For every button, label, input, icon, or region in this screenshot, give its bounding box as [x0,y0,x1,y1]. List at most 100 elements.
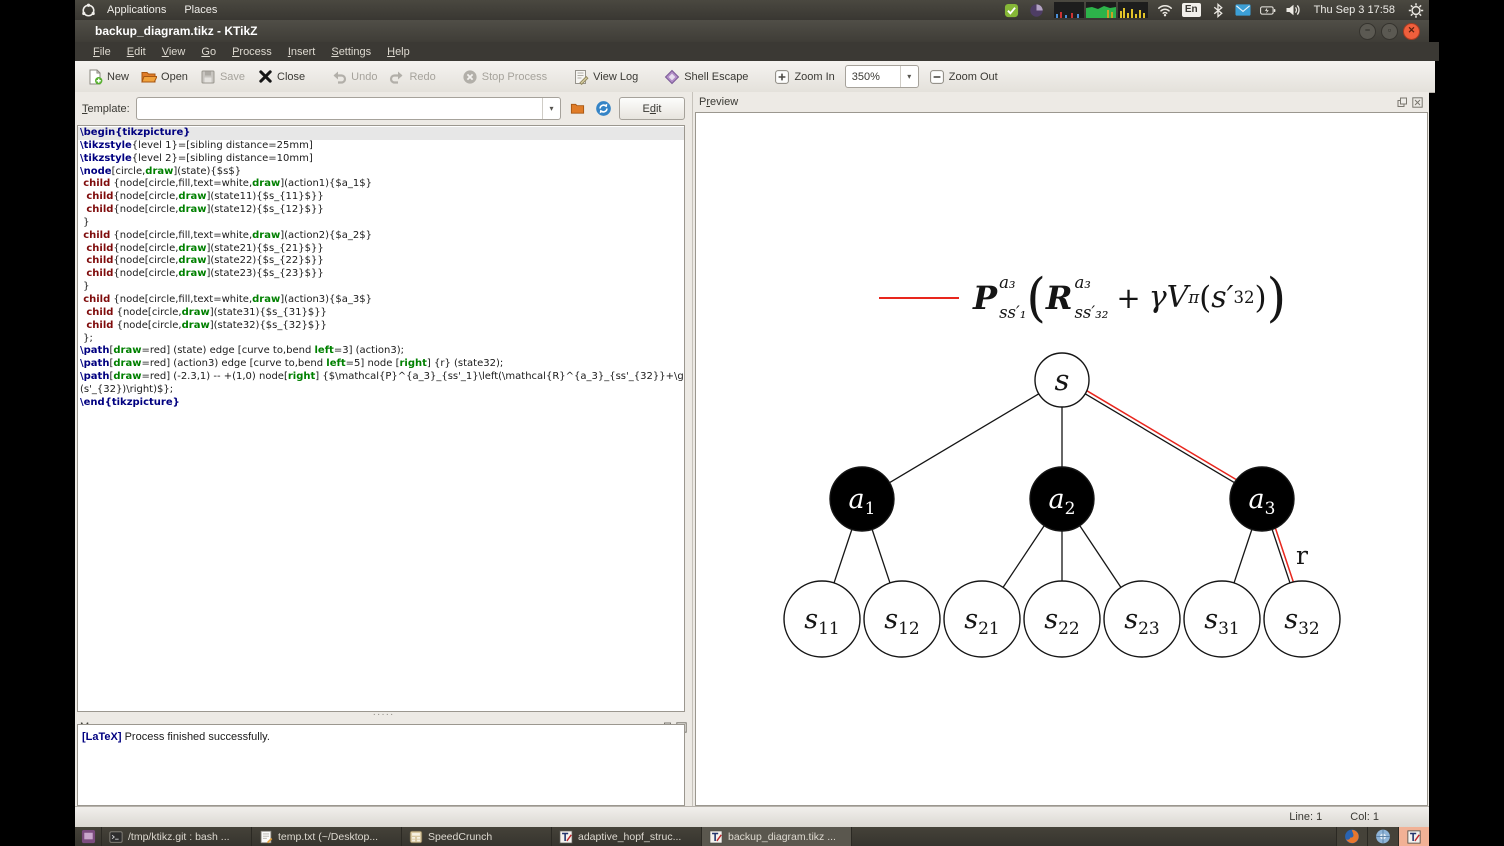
math-formula: Pa₃ ss′₁(Ra₃ ss′₃₂ + γV π(s′ 32)) [973,267,1287,329]
code-line[interactable]: child {node[circle,fill,text=white,draw]… [78,230,684,243]
template-dropdown-arrow-icon[interactable]: ▾ [542,98,560,119]
redo-button[interactable]: Redo [383,66,441,88]
zoom-in-button[interactable]: Zoom In [768,66,840,88]
taskbar-item-tmp-ktikz-git-bash[interactable]: /tmp/ktikz.git : bash ... [102,827,252,846]
code-line[interactable]: child {node[circle,draw](state32){$s_{32… [78,320,684,333]
toolbar-button-label: Shell Escape [684,70,749,83]
code-editor[interactable]: \begin{tikzpicture} \tikzstyle{level 1}=[… [77,125,685,712]
workspace-3[interactable] [1398,827,1429,846]
view-log-button[interactable]: View Log [567,66,644,88]
updates-ok-icon[interactable] [1004,2,1020,18]
undo-button[interactable]: Undo [325,66,383,88]
clock[interactable]: Thu Sep 3 17:58 [1310,4,1399,16]
mail-icon[interactable] [1235,2,1251,18]
code-line[interactable]: (s'_{32})\right)$}; [78,384,684,397]
code-line[interactable]: } [78,281,684,294]
zoom-level-combobox[interactable]: 350% ▾ [844,65,919,88]
workspace-1[interactable] [1336,827,1367,846]
preview-canvas: s a1 a2 a3 s11 s12 s21 s22 s23 s31 s32 r Pa₃ ss′₁(Ra… [695,112,1428,806]
code-line[interactable]: \path[draw=red] (action3) edge [curve to… [78,358,684,371]
code-line[interactable]: \path[draw=red] (-2.3,1) -- +(1,0) node[… [78,371,684,384]
log-message: Process finished successfully. [121,731,270,743]
taskbar-item-backup-diagram-tikz[interactable]: backup_diagram.tikz ... [702,827,852,846]
disk-usage-icon[interactable] [1029,2,1045,18]
bluetooth-icon[interactable] [1210,2,1226,18]
code-line[interactable]: child {node[circle,fill,text=white,draw]… [78,178,684,191]
toolbar-button-label: Open [161,70,188,83]
load-graph-icon [1117,2,1148,18]
applications-menu[interactable]: Applications [100,4,173,16]
taskbar-item-speedcrunch[interactable]: SpeedCrunch [402,827,552,846]
open-button[interactable]: Open [135,66,194,88]
code-line[interactable]: \tikzstyle{level 1}=[sibling distance=25… [78,140,684,153]
window-title: backup_diagram.tikz - KTikZ [95,24,258,38]
zoomin-icon [774,69,790,85]
stop-process-button[interactable]: Stop Process [456,66,553,88]
template-combobox[interactable]: ▾ [135,97,561,120]
taskbar-item-temp-txt-desktop[interactable]: temp.txt (~/Desktop... [252,827,402,846]
code-line[interactable]: child {node[circle,fill,text=white,draw]… [78,294,684,307]
menu-process[interactable]: Process [224,46,280,58]
menu-go[interactable]: Go [193,46,224,58]
save-button[interactable]: Save [194,66,251,88]
zoom-dropdown-arrow-icon[interactable]: ▾ [899,66,918,87]
toolbar-button-label: Zoom In [794,70,835,83]
code-line[interactable]: \tikzstyle{level 2}=[sibling distance=10… [78,153,684,166]
shellescape-icon [664,69,680,85]
ktikz-icon [709,829,723,844]
new-button[interactable]: New [81,66,135,88]
main-toolbar: New Open Save Close Undo Redo Stop Process View… [75,61,1435,93]
viewlog-icon [573,69,589,85]
menu-edit[interactable]: Edit [119,46,154,58]
code-line[interactable]: child {node[circle,draw](state31){$s_{31… [78,307,684,320]
battery-icon[interactable] [1259,2,1276,18]
workspace-2[interactable] [1367,827,1398,846]
stop-icon [462,69,478,85]
code-line[interactable]: child{node[circle,draw](state22){$s_{22}… [78,255,684,268]
distributor-logo-icon[interactable] [80,2,96,18]
preview-float-button[interactable] [1397,97,1408,108]
template-reload-button[interactable] [593,99,613,119]
code-line[interactable]: \end{tikzpicture} [78,397,684,410]
zoom-out-button[interactable]: Zoom Out [923,66,1004,88]
session-menu-icon[interactable] [1408,2,1424,18]
close-button[interactable]: ✕ [1403,22,1420,40]
toolbar-button-label: Redo [409,70,436,83]
workspace-switcher [1336,827,1429,846]
system-monitor-applet[interactable] [1053,2,1148,18]
code-line[interactable]: \begin{tikzpicture} [78,127,684,140]
code-line[interactable]: \path[draw=red] (state) edge [curve to,b… [78,345,684,358]
keyboard-layout-indicator[interactable]: En [1181,3,1201,17]
taskbar-item-adaptive-hopf-struc[interactable]: adaptive_hopf_struc... [552,827,702,846]
menu-insert[interactable]: Insert [280,46,324,58]
menu-settings[interactable]: Settings [323,46,379,58]
minimize-button[interactable]: − [1359,22,1376,40]
menu-file[interactable]: File [85,46,119,58]
close-button[interactable]: Close [251,66,311,88]
template-label: Template: [82,102,130,115]
toolbar-button-label: Close [277,70,306,83]
code-line[interactable]: }; [78,333,684,346]
volume-icon[interactable] [1285,2,1301,18]
code-line[interactable]: child{node[circle,draw](state11){$s_{11}… [78,191,684,204]
toolbar-button-label: New [107,70,130,83]
wifi-icon[interactable] [1157,2,1173,18]
status-line-indicator: Line: 1 [1289,811,1323,823]
code-line[interactable]: } [78,217,684,230]
preview-close-button[interactable] [1412,96,1423,108]
template-edit-button[interactable]: Edit [619,97,685,120]
maximize-button[interactable]: ▫ [1381,22,1398,40]
menu-help[interactable]: Help [379,46,418,58]
code-line[interactable]: \node[circle,draw](state){$s$} [78,166,684,179]
menu-view[interactable]: View [154,46,194,58]
taskbar-item-label: backup_diagram.tikz ... [728,830,836,843]
preview-dock-header: Preview [693,92,1429,112]
window-titlebar[interactable]: backup_diagram.tikz - KTikZ − ▫ ✕ [75,20,1429,43]
shell-escape-button[interactable]: Shell Escape [658,66,754,88]
code-line[interactable]: child{node[circle,draw](state21){$s_{21}… [78,243,684,256]
code-line[interactable]: child{node[circle,draw](state12){$s_{12}… [78,204,684,217]
template-open-file-button[interactable] [567,99,587,119]
places-menu[interactable]: Places [177,4,224,16]
code-line[interactable]: child{node[circle,draw](state23){$s_{23}… [78,268,684,281]
show-desktop-button[interactable] [75,827,102,846]
